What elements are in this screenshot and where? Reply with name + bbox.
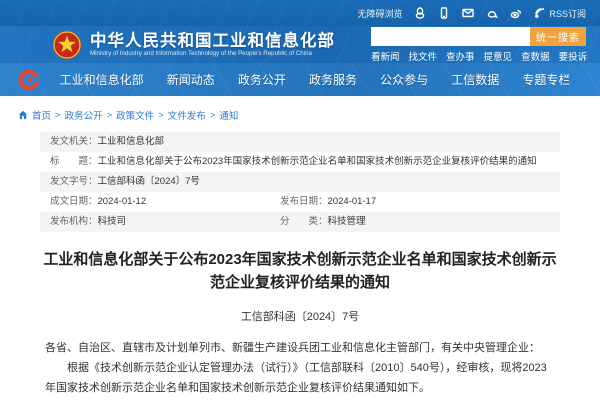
- mail-icon[interactable]: [461, 7, 474, 20]
- weibo-icon[interactable]: [509, 7, 522, 20]
- meta-value: 2024-01-12: [98, 195, 147, 208]
- wechat-icon[interactable]: [485, 7, 498, 20]
- meta-label: 发布机构：: [50, 215, 98, 228]
- meta-row-publisher-category: 发布机构： 科技司 分 类： 科技管理: [40, 212, 560, 232]
- quick-link-news[interactable]: 看新闻: [371, 49, 400, 63]
- breadcrumb-separator: >: [107, 110, 113, 121]
- document-meta-table: 发文机关： 工业和信息化部 标 题： 工业和信息化部关于公布2023年国家技术创…: [40, 132, 560, 232]
- page: 无障碍浏览 RSS订阅: [0, 0, 600, 400]
- meta-value: 科技管理: [328, 215, 366, 228]
- topbar: 无障碍浏览 RSS订阅: [0, 0, 600, 26]
- site-subtitle: Ministry of Industry and Information Tec…: [90, 51, 330, 58]
- meta-value: 科技司: [98, 215, 127, 228]
- breadcrumb-file-release[interactable]: 文件发布: [168, 108, 206, 122]
- nav-item-gov-services[interactable]: 政务服务: [309, 71, 357, 88]
- nav-items: 工业和信息化部 新闻动态 政务公开 政务服务 公众参与 工信数据 专题专栏: [48, 71, 582, 88]
- meta-row-doc-number: 发文字号： 工信部科函〔2024〕7号: [40, 172, 560, 192]
- quick-link-services[interactable]: 查办事: [446, 49, 475, 63]
- meta-value: 工信部科函〔2024〕7号: [98, 175, 200, 188]
- quick-link-suggestions[interactable]: 提意见: [484, 49, 513, 63]
- breadcrumb-notice[interactable]: 通知: [219, 108, 238, 122]
- nav-item-news[interactable]: 新闻动态: [167, 71, 215, 88]
- rss-icon: [533, 7, 546, 20]
- breadcrumb-separator: >: [158, 110, 164, 121]
- meta-row-issuing-org: 发文机关： 工业和信息化部: [40, 132, 560, 152]
- document-title: 工业和信息化部关于公布2023年国家技术创新示范企业名单和国家技术创新示范企业复…: [40, 248, 560, 295]
- breadcrumb-gov-info[interactable]: 政务公开: [65, 108, 103, 122]
- national-emblem-logo: [52, 30, 82, 60]
- document-paragraph: 各省、自治区、直辖市及计划单列市、新疆生产建设兵团工业和信息化主管部门，有关中央…: [45, 338, 555, 358]
- qq-icon[interactable]: [413, 7, 426, 20]
- nav-item-miit[interactable]: 工业和信息化部: [60, 71, 144, 88]
- meta-row-title: 标 题： 工业和信息化部关于公布2023年国家技术创新示范企业名单和国家技术创新…: [40, 152, 560, 172]
- document-body: 各省、自治区、直辖市及计划单列市、新疆生产建设兵团工业和信息化主管部门，有关中央…: [45, 338, 555, 399]
- rss-link[interactable]: RSS订阅: [533, 7, 586, 20]
- nav-item-topics[interactable]: 专题专栏: [522, 71, 570, 88]
- accessibility-link[interactable]: 无障碍浏览: [357, 7, 402, 20]
- quick-link-data[interactable]: 查数据: [521, 49, 550, 63]
- quick-link-files[interactable]: 找文件: [409, 49, 438, 63]
- nav-item-data[interactable]: 工信数据: [451, 71, 499, 88]
- breadcrumb-separator: >: [55, 110, 61, 121]
- meta-value: 工业和信息化部关于公布2023年国家技术创新示范企业名单和国家技术创新示范企业复…: [98, 155, 537, 168]
- meta-label: 发文字号：: [50, 175, 98, 188]
- nav-item-participation[interactable]: 公众参与: [380, 71, 428, 88]
- breadcrumb: 首页 > 政务公开 > 政策文件 > 文件发布 > 通知: [0, 108, 600, 132]
- mobile-icon[interactable]: [437, 7, 450, 20]
- brand-text: 中华人民共和国工业和信息化部 Ministry of Industry and …: [90, 32, 335, 58]
- meta-label: 标 题：: [50, 155, 98, 168]
- breadcrumb-policy-files[interactable]: 政策文件: [116, 108, 154, 122]
- meta-row-dates: 成文日期： 2024-01-12 发布日期： 2024-01-17: [40, 192, 560, 212]
- quick-link-complaints[interactable]: 要投诉: [559, 49, 588, 63]
- meta-value: 2024-01-17: [328, 195, 377, 208]
- meta-label: 分 类：: [280, 215, 328, 228]
- site-header: 中华人民共和国工业和信息化部 Ministry of Industry and …: [0, 26, 600, 63]
- rss-label: RSS订阅: [549, 7, 586, 20]
- meta-value: 工业和信息化部: [98, 135, 165, 148]
- breadcrumb-separator: >: [210, 110, 216, 121]
- quick-links: 看新闻 找文件 查办事 提意见 查数据 要投诉: [371, 49, 587, 63]
- search-area: 统一搜索 看新闻 找文件 查办事 提意见 查数据 要投诉: [371, 27, 586, 63]
- site-title: 中华人民共和国工业和信息化部: [90, 32, 335, 51]
- miit-logo-icon[interactable]: [18, 69, 40, 91]
- breadcrumb-home[interactable]: 首页: [32, 108, 51, 122]
- meta-label: 发文机关：: [50, 135, 98, 148]
- meta-label: 成文日期：: [50, 195, 98, 208]
- document-number: 工信部科函〔2024〕7号: [0, 308, 600, 324]
- search-button[interactable]: 统一搜索: [530, 27, 586, 46]
- nav-item-gov-info[interactable]: 政务公开: [238, 71, 286, 88]
- content: 首页 > 政务公开 > 政策文件 > 文件发布 > 通知 发文机关： 工业和信息…: [0, 96, 600, 399]
- home-icon[interactable]: [18, 110, 28, 120]
- meta-label: 发布日期：: [280, 195, 328, 208]
- document-paragraph: 根据《技术创新示范企业认定管理办法（试行）》（工信部联科〔2010〕540号），…: [45, 358, 555, 399]
- main-nav: 工业和信息化部 新闻动态 政务公开 政务服务 公众参与 工信数据 专题专栏: [0, 63, 600, 96]
- site-brand[interactable]: 中华人民共和国工业和信息化部 Ministry of Industry and …: [52, 30, 335, 60]
- search-input[interactable]: [371, 27, 530, 46]
